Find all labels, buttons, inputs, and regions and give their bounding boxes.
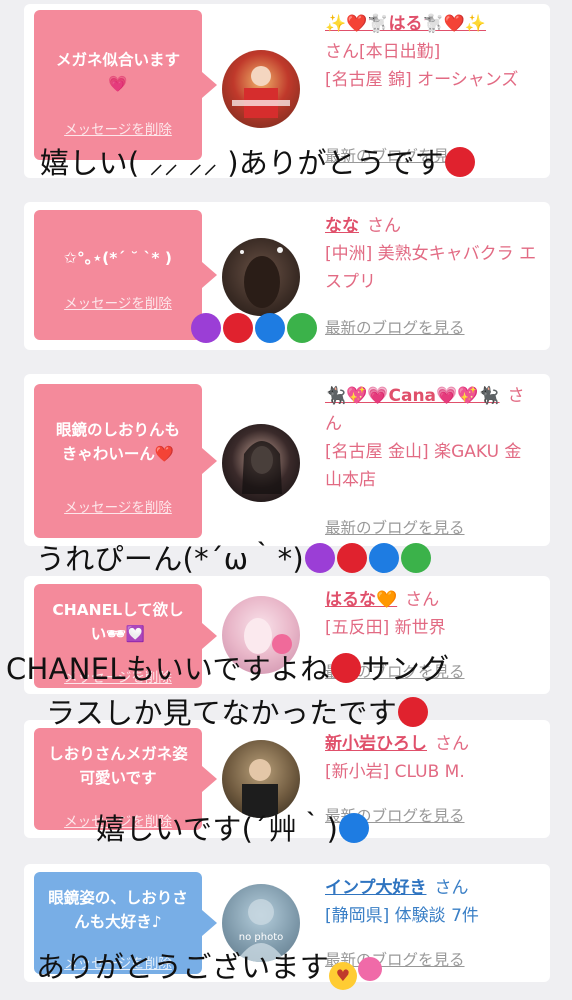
caption-text: 嬉しい( ⸝⸝ ⸝⸝ )ありがとうです: [40, 146, 444, 180]
latest-blog-link[interactable]: 最新のブログを見る: [325, 516, 465, 538]
sender-info: インプ大好き さん [静岡県] 体験談 7件: [325, 874, 537, 930]
shop-text[interactable]: [新小岩] CLUB M.: [325, 762, 465, 782]
shop-text[interactable]: [名古屋 金山] 楽GAKU 金山本店: [325, 442, 521, 490]
avatar[interactable]: [222, 424, 300, 502]
shop-text[interactable]: [静岡県] 体験談 7件: [325, 906, 479, 926]
message-text: 眼鏡姿の、しおりさんも大好き♪: [48, 889, 188, 931]
avatar-photo: [240, 247, 283, 308]
red-heart-icon: [223, 313, 253, 343]
overlay-caption: ラスしか見てなかったです: [46, 690, 429, 732]
red-heart-icon: [398, 697, 429, 727]
caption-text: うれぴーん(*´ω｀*): [36, 542, 305, 576]
message-bubble: 眼鏡のしおりんもきゃわいーん❤️ メッセージを削除: [34, 384, 217, 538]
no-photo-label: no photo: [238, 932, 284, 943]
purple-heart-icon: [191, 313, 221, 343]
sender-name[interactable]: ✨❤️🐩はる🐩❤️✨: [325, 14, 486, 34]
sender-info: ✨❤️🐩はる🐩❤️✨ さん[本日出勤] [名古屋 錦] オーシャンズ: [325, 10, 537, 94]
sender-name[interactable]: インプ大好き: [325, 878, 427, 898]
red-heart-icon: [330, 653, 361, 683]
green-heart-icon: [401, 543, 432, 573]
message-text: メガネ似合います💗: [55, 51, 180, 93]
status-text: [本日出勤]: [359, 42, 441, 62]
heart-eyes-emoji-icon: ♥: [329, 962, 358, 990]
avatar-photo: [232, 66, 290, 118]
message-bubble: メガネ似合います💗 メッセージを削除: [34, 10, 217, 160]
message-card: 眼鏡のしおりんもきゃわいーん❤️ メッセージを削除 🐈‍⬛💖💗Cana💗💖🐈‍⬛…: [24, 374, 550, 546]
san-label: さん: [325, 42, 359, 62]
red-heart-icon: [444, 147, 475, 177]
san-label: さん: [434, 878, 469, 898]
sender-info: 🐈‍⬛💖💗Cana💗💖🐈‍⬛ さん [名古屋 金山] 楽GAKU 金山本店: [325, 382, 537, 494]
sender-name[interactable]: なな: [325, 216, 359, 236]
sender-name[interactable]: 新小岩ひろし: [325, 734, 427, 754]
shop-text[interactable]: [中洲] 美熟女キャバクラ エスプリ: [325, 244, 536, 292]
overlay-hearts: [190, 312, 318, 346]
avatar[interactable]: [222, 50, 300, 128]
sender-info: なな さん [中洲] 美熟女キャバクラ エスプリ: [325, 212, 537, 296]
avatar[interactable]: [222, 238, 300, 316]
blue-heart-icon: [339, 813, 370, 843]
overlay-caption: 嬉しいです(´艸｀): [96, 806, 370, 848]
green-heart-icon: [287, 313, 317, 343]
avatar-photo: [242, 441, 282, 494]
overlay-caption: 嬉しい( ⸝⸝ ⸝⸝ )ありがとうです: [40, 140, 476, 182]
message-bubble: ✩°｡⋆(*´ ˘ `* ) メッセージを削除: [34, 210, 217, 340]
delete-message-link[interactable]: メッセージを削除: [34, 292, 202, 316]
pink-hearts-icon: [358, 957, 383, 981]
shop-text[interactable]: [五反田] 新世界: [325, 618, 446, 638]
message-text: CHANELして欲しい🕶💟: [52, 601, 184, 643]
message-text: ✩°｡⋆(*´ ˘ `* ): [63, 249, 172, 267]
sender-name[interactable]: 🐈‍⬛💖💗Cana💗💖🐈‍⬛: [325, 386, 500, 406]
caption-text: ありがとうございます: [36, 950, 330, 984]
san-label: さん: [367, 216, 401, 236]
purple-heart-icon: [305, 543, 336, 573]
sender-info: 新小岩ひろし さん [新小岩] CLUB M.: [325, 730, 537, 786]
sender-name[interactable]: はるな🧡: [325, 590, 397, 610]
overlay-caption: CHANELもいいですよね サング: [6, 646, 449, 688]
san-label: さん: [435, 734, 469, 754]
shop-text[interactable]: [名古屋 錦] オーシャンズ: [325, 70, 518, 90]
caption-text: CHANELもいいですよね: [6, 652, 330, 686]
caption-text: ラスしか見てなかったです: [46, 696, 398, 730]
overlay-caption: ありがとうございます ♥: [36, 944, 383, 990]
red-heart-icon: [337, 543, 368, 573]
caption-text: 嬉しいです(´艸｀): [96, 812, 339, 846]
blue-heart-icon: [369, 543, 400, 573]
message-text: しおりさんメガネ姿可愛いです: [48, 745, 188, 787]
message-text: 眼鏡のしおりんもきゃわいーん❤️: [55, 421, 180, 463]
san-label: さん: [405, 590, 440, 610]
latest-blog-link[interactable]: 最新のブログを見る: [325, 316, 465, 338]
overlay-caption: うれぴーん(*´ω｀*): [36, 536, 432, 578]
caption-text: サング: [361, 652, 450, 686]
delete-message-link[interactable]: メッセージを削除: [34, 496, 202, 520]
sender-info: はるな🧡 さん [五反田] 新世界: [325, 586, 537, 642]
blue-heart-icon: [255, 313, 285, 343]
delete-message-link[interactable]: メッセージを削除: [34, 118, 202, 142]
